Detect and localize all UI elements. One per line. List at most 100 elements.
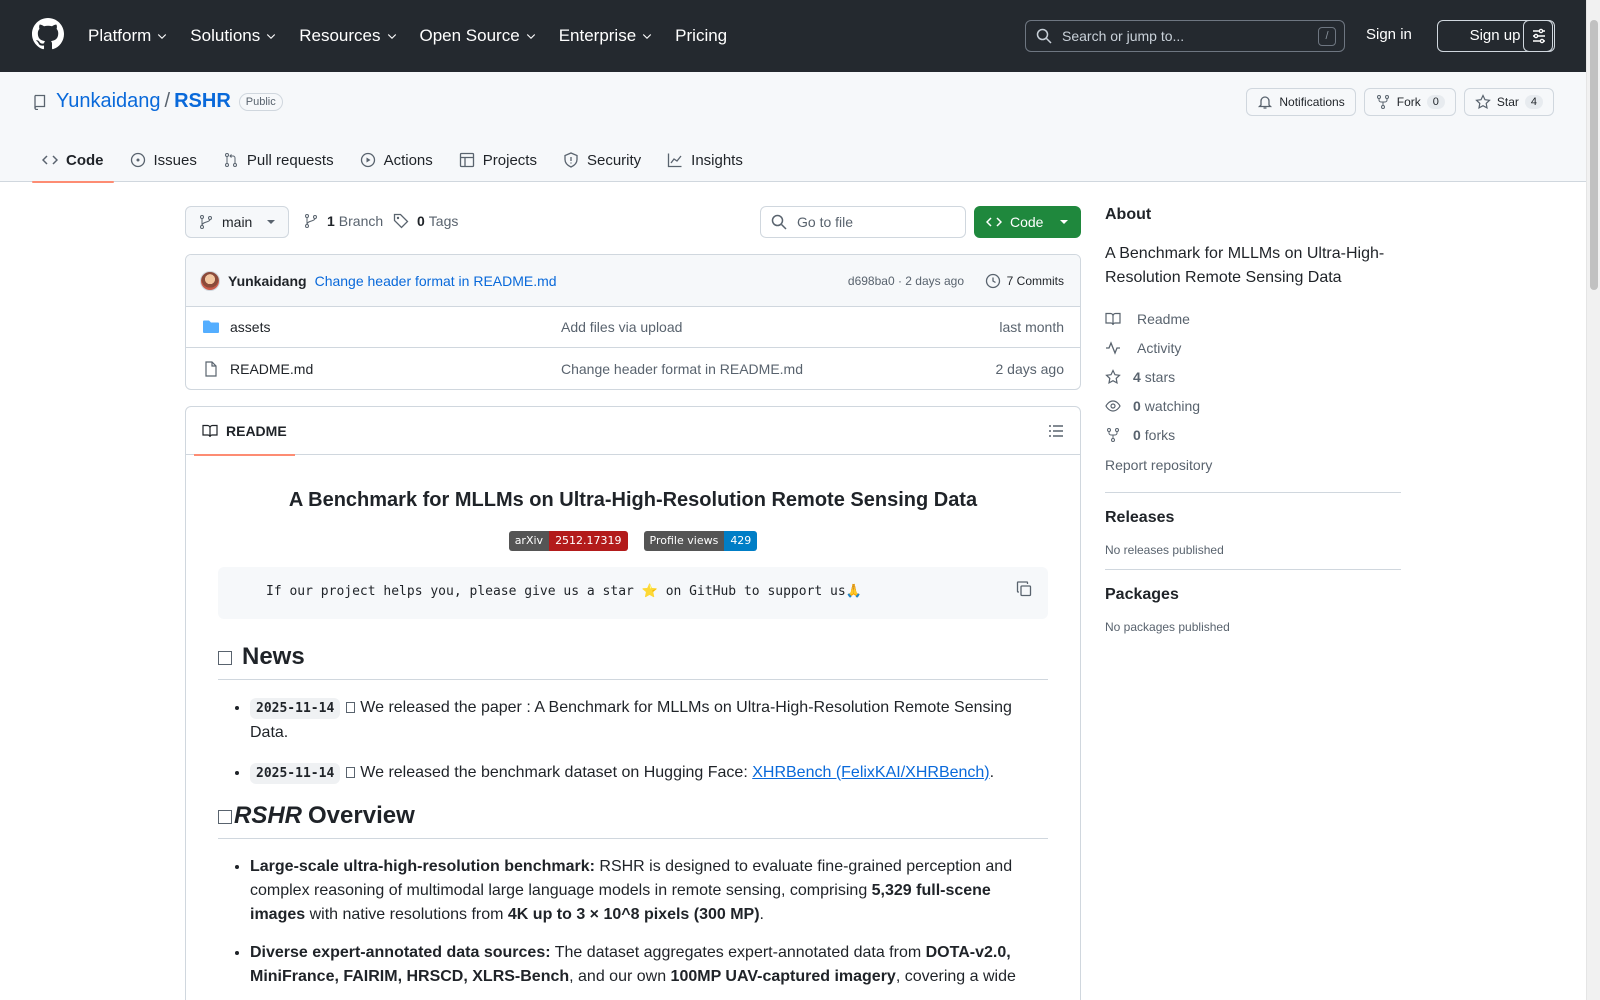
search-shortcut-key: / <box>1318 27 1336 46</box>
side-count: 0 <box>1133 426 1141 443</box>
branch-count: 1 <box>327 213 335 229</box>
file-commit-message[interactable]: Change header format in README.md <box>561 361 803 377</box>
tags-link[interactable]: 0 Tags <box>393 213 458 229</box>
overview-list: Large-scale ultra-high-resolution benchm… <box>218 855 1048 989</box>
overview-bold: 100MP UAV-captured imagery <box>670 968 896 985</box>
chevron-down-icon <box>643 34 652 40</box>
nav-pricing[interactable]: Pricing <box>675 16 727 56</box>
overview-heading-text: Overview <box>308 802 415 829</box>
search-placeholder: Search or jump to... <box>1062 28 1185 44</box>
readme-header: README <box>186 407 1080 456</box>
arxiv-badge[interactable]: arXiv 2512.17319 <box>508 531 628 551</box>
file-row-assets[interactable]: assets Add files via upload last month <box>186 307 1080 348</box>
side-label: forks <box>1144 426 1176 443</box>
readme-title: A Benchmark for MLLMs on Ultra-High-Reso… <box>288 489 978 511</box>
commits-count: 7 Commits <box>1006 273 1064 288</box>
releases-heading[interactable]: Releases <box>1105 509 1401 527</box>
stars-link[interactable]: 4 stars <box>1105 362 1401 391</box>
fork-button[interactable]: Fork 0 <box>1363 88 1456 116</box>
nav-resources[interactable]: Resources <box>299 16 397 56</box>
nav-open-source[interactable]: Open Source <box>420 16 537 56</box>
list-icon[interactable] <box>1048 423 1064 439</box>
branches-link[interactable]: 1 Branch <box>303 213 383 229</box>
news-heading: News <box>218 643 1048 680</box>
fork-count: 0 <box>1426 95 1445 109</box>
commit-author[interactable]: Yunkaidang <box>228 273 307 289</box>
tab-code[interactable]: Code <box>32 138 114 183</box>
page-scrollbar[interactable] <box>1586 0 1600 1000</box>
repo-sidebar: About A Benchmark for MLLMs on Ultra-Hig… <box>1105 206 1401 634</box>
repo-icon <box>34 94 46 110</box>
overview-bold: 4K up to 3 × 10^8 pixels (300 MP) <box>507 906 760 923</box>
file-name[interactable]: README.md <box>230 361 313 377</box>
report-repository-link[interactable]: Report repository <box>1105 451 1401 480</box>
readme-tab[interactable]: README <box>194 407 295 456</box>
tab-label: Pull requests <box>246 151 334 169</box>
file-name[interactable]: assets <box>230 319 270 335</box>
star-label: Star <box>1496 95 1519 109</box>
nav-label: Solutions <box>190 26 261 45</box>
fork-icon <box>1376 95 1389 109</box>
chevron-down-icon <box>267 34 276 40</box>
repo-owner-link[interactable]: Yunkaidang <box>56 90 161 113</box>
tab-projects[interactable]: Projects <box>449 138 547 182</box>
search-icon <box>1036 28 1052 44</box>
header-menu-button[interactable] <box>1523 20 1555 52</box>
badge-row: arXiv 2512.17319 Profile views 429 <box>218 531 1048 551</box>
go-to-file-input[interactable]: Go to file <box>760 206 966 238</box>
nav-enterprise[interactable]: Enterprise <box>559 16 653 56</box>
file-browser: Yunkaidang Change header format in READM… <box>185 254 1081 390</box>
global-search-input[interactable]: Search or jump to... / <box>1025 20 1345 52</box>
top-nav: Platform Solutions Resources Open Source… <box>88 0 749 72</box>
sliders-icon <box>1533 28 1545 44</box>
copy-icon[interactable] <box>1016 581 1032 597</box>
branch-selector[interactable]: main <box>185 206 289 238</box>
forks-link[interactable]: 0 forks <box>1105 420 1401 449</box>
nav-solutions[interactable]: Solutions <box>190 16 277 56</box>
news-text: We released the benchmark dataset on Hug… <box>360 764 753 781</box>
side-label: Readme <box>1137 310 1190 327</box>
readme-link[interactable]: Readme <box>1105 304 1401 333</box>
file-row-readme[interactable]: README.md Change header format in README… <box>186 348 1080 389</box>
commit-message[interactable]: Change header format in README.md <box>315 273 557 289</box>
activity-link[interactable]: Activity <box>1105 333 1401 362</box>
code-dropdown-button[interactable]: Code <box>974 206 1081 238</box>
fork-icon <box>1107 427 1119 442</box>
divider <box>1105 492 1401 493</box>
overview-bold: Diverse expert-annotated data sources: <box>250 944 551 961</box>
tab-issues[interactable]: Issues <box>120 138 207 182</box>
tab-security[interactable]: Security <box>553 138 651 182</box>
overview-bold: Large-scale ultra-high-resolution benchm… <box>250 858 595 875</box>
tag-label: Tags <box>428 213 459 229</box>
tag-count: 0 <box>417 213 425 229</box>
profile-views-badge[interactable]: Profile views 429 <box>643 531 758 551</box>
huggingface-link[interactable]: XHRBench (FelixKAI/XHRBench) <box>752 764 989 781</box>
sign-in-link[interactable]: Sign in <box>1366 26 1412 43</box>
emoji-placeholder-icon <box>218 651 232 665</box>
tab-actions[interactable]: Actions <box>350 138 443 182</box>
file-commit-message[interactable]: Add files via upload <box>561 319 682 335</box>
badge-right: 429 <box>724 531 758 551</box>
branch-label: Branch <box>338 213 384 229</box>
nav-platform[interactable]: Platform <box>88 16 168 56</box>
github-logo-icon[interactable] <box>32 18 64 50</box>
tag-icon <box>393 213 409 229</box>
tab-pull-requests[interactable]: Pull requests <box>213 138 344 182</box>
star-button[interactable]: Star 4 <box>1463 88 1554 116</box>
readme-body: A Benchmark for MLLMs on Ultra-High-Reso… <box>186 489 1080 989</box>
releases-note: No releases published <box>1105 543 1224 557</box>
list-item: 2025-11-14 We released the benchmark data… <box>250 761 1048 786</box>
tab-label: Projects <box>482 151 537 169</box>
watchers-link[interactable]: 0 watching <box>1105 391 1401 420</box>
packages-heading[interactable]: Packages <box>1105 586 1401 604</box>
repo-name-link[interactable]: RSHR <box>174 90 231 113</box>
avatar[interactable] <box>200 270 220 291</box>
packages-note: No packages published <box>1105 620 1230 634</box>
commits-link[interactable]: 7 Commits <box>985 273 1064 289</box>
commit-hash-time[interactable]: d698ba0 · 2 days ago <box>848 274 964 288</box>
notifications-button[interactable]: Notifications <box>1246 88 1356 116</box>
tab-insights[interactable]: Insights <box>657 138 753 182</box>
scrollbar-thumb[interactable] <box>1590 20 1598 290</box>
side-label: watching <box>1144 397 1201 414</box>
tab-label: Issues <box>153 151 197 169</box>
